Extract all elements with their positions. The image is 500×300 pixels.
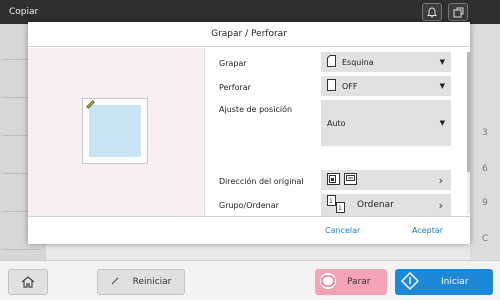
- dialog-footer: Cancelar Aceptar: [28, 216, 470, 244]
- paper-preview: [82, 98, 148, 164]
- dropdown-arrow-icon: ▼: [439, 58, 445, 66]
- original-direction-label: Dirección del original: [219, 177, 304, 186]
- reset-label: Reiniciar: [132, 277, 172, 287]
- stop-icon: [319, 272, 337, 293]
- svg-text:1: 1: [329, 198, 333, 205]
- bell-icon[interactable]: [422, 3, 442, 21]
- background-key-label: 3: [482, 128, 488, 138]
- staple-select[interactable]: Esquina ▼: [321, 52, 451, 72]
- scrollbar-thumb[interactable]: [467, 52, 470, 172]
- settings-panel: Grapar Esquina ▼ Perforar OFF ▼ Ajuste d…: [205, 48, 470, 216]
- group-sort-value: Ordenar: [357, 200, 394, 210]
- original-direction-button[interactable]: ›: [321, 170, 451, 190]
- position-adjust-label: Ajuste de posición: [219, 105, 293, 114]
- staple-punch-dialog: Grapar / Perforar Grapar Esquina ▼ Perfo…: [28, 22, 470, 244]
- start-label: Iniciar: [441, 277, 469, 287]
- reset-button[interactable]: Reiniciar: [97, 269, 185, 295]
- chevron-right-icon: ›: [438, 173, 443, 187]
- punch-label: Perforar: [219, 83, 251, 92]
- home-button[interactable]: [8, 269, 48, 295]
- blank-page-icon: [327, 79, 336, 93]
- background-right-panel: [470, 24, 500, 264]
- position-adjust-select[interactable]: Auto ▼: [321, 100, 451, 146]
- svg-text:1: 1: [338, 205, 342, 212]
- staple-label: Grapar: [219, 59, 247, 68]
- device-status-icon[interactable]: [448, 3, 468, 21]
- home-icon: [21, 273, 35, 292]
- group-sort-button[interactable]: 11 Ordenar ›: [321, 194, 451, 216]
- start-button[interactable]: Iniciar: [395, 269, 493, 295]
- reset-icon: [111, 277, 119, 288]
- dropdown-arrow-icon: ▼: [439, 82, 445, 90]
- punch-value: OFF: [342, 81, 358, 91]
- stop-button[interactable]: Parar: [315, 269, 387, 295]
- position-adjust-value: Auto: [327, 118, 346, 128]
- dropdown-arrow-icon: ▼: [439, 119, 445, 127]
- app-title: Copiar: [9, 7, 39, 17]
- chevron-right-icon: ›: [438, 198, 443, 212]
- accept-button[interactable]: Aceptar: [412, 226, 443, 235]
- punch-select[interactable]: OFF ▼: [321, 76, 451, 96]
- paper-content: [89, 105, 141, 157]
- background-key-label: 9: [482, 198, 488, 208]
- preview-pane: [28, 48, 205, 216]
- dialog-title: Grapar / Perforar: [28, 22, 470, 47]
- sort-pages-icon: 11: [327, 195, 349, 215]
- staple-value: Esquina: [342, 57, 374, 67]
- cancel-button[interactable]: Cancelar: [325, 226, 360, 235]
- group-sort-label: Grupo/Ordenar: [219, 201, 279, 210]
- portrait-orientation-icon: [327, 173, 340, 187]
- background-key-label: 6: [482, 164, 488, 174]
- stop-label: Parar: [347, 277, 371, 287]
- background-key-label: C: [481, 234, 489, 244]
- landscape-orientation-icon: [344, 173, 357, 187]
- start-icon: [400, 271, 420, 293]
- staple-corner-icon: [327, 55, 336, 69]
